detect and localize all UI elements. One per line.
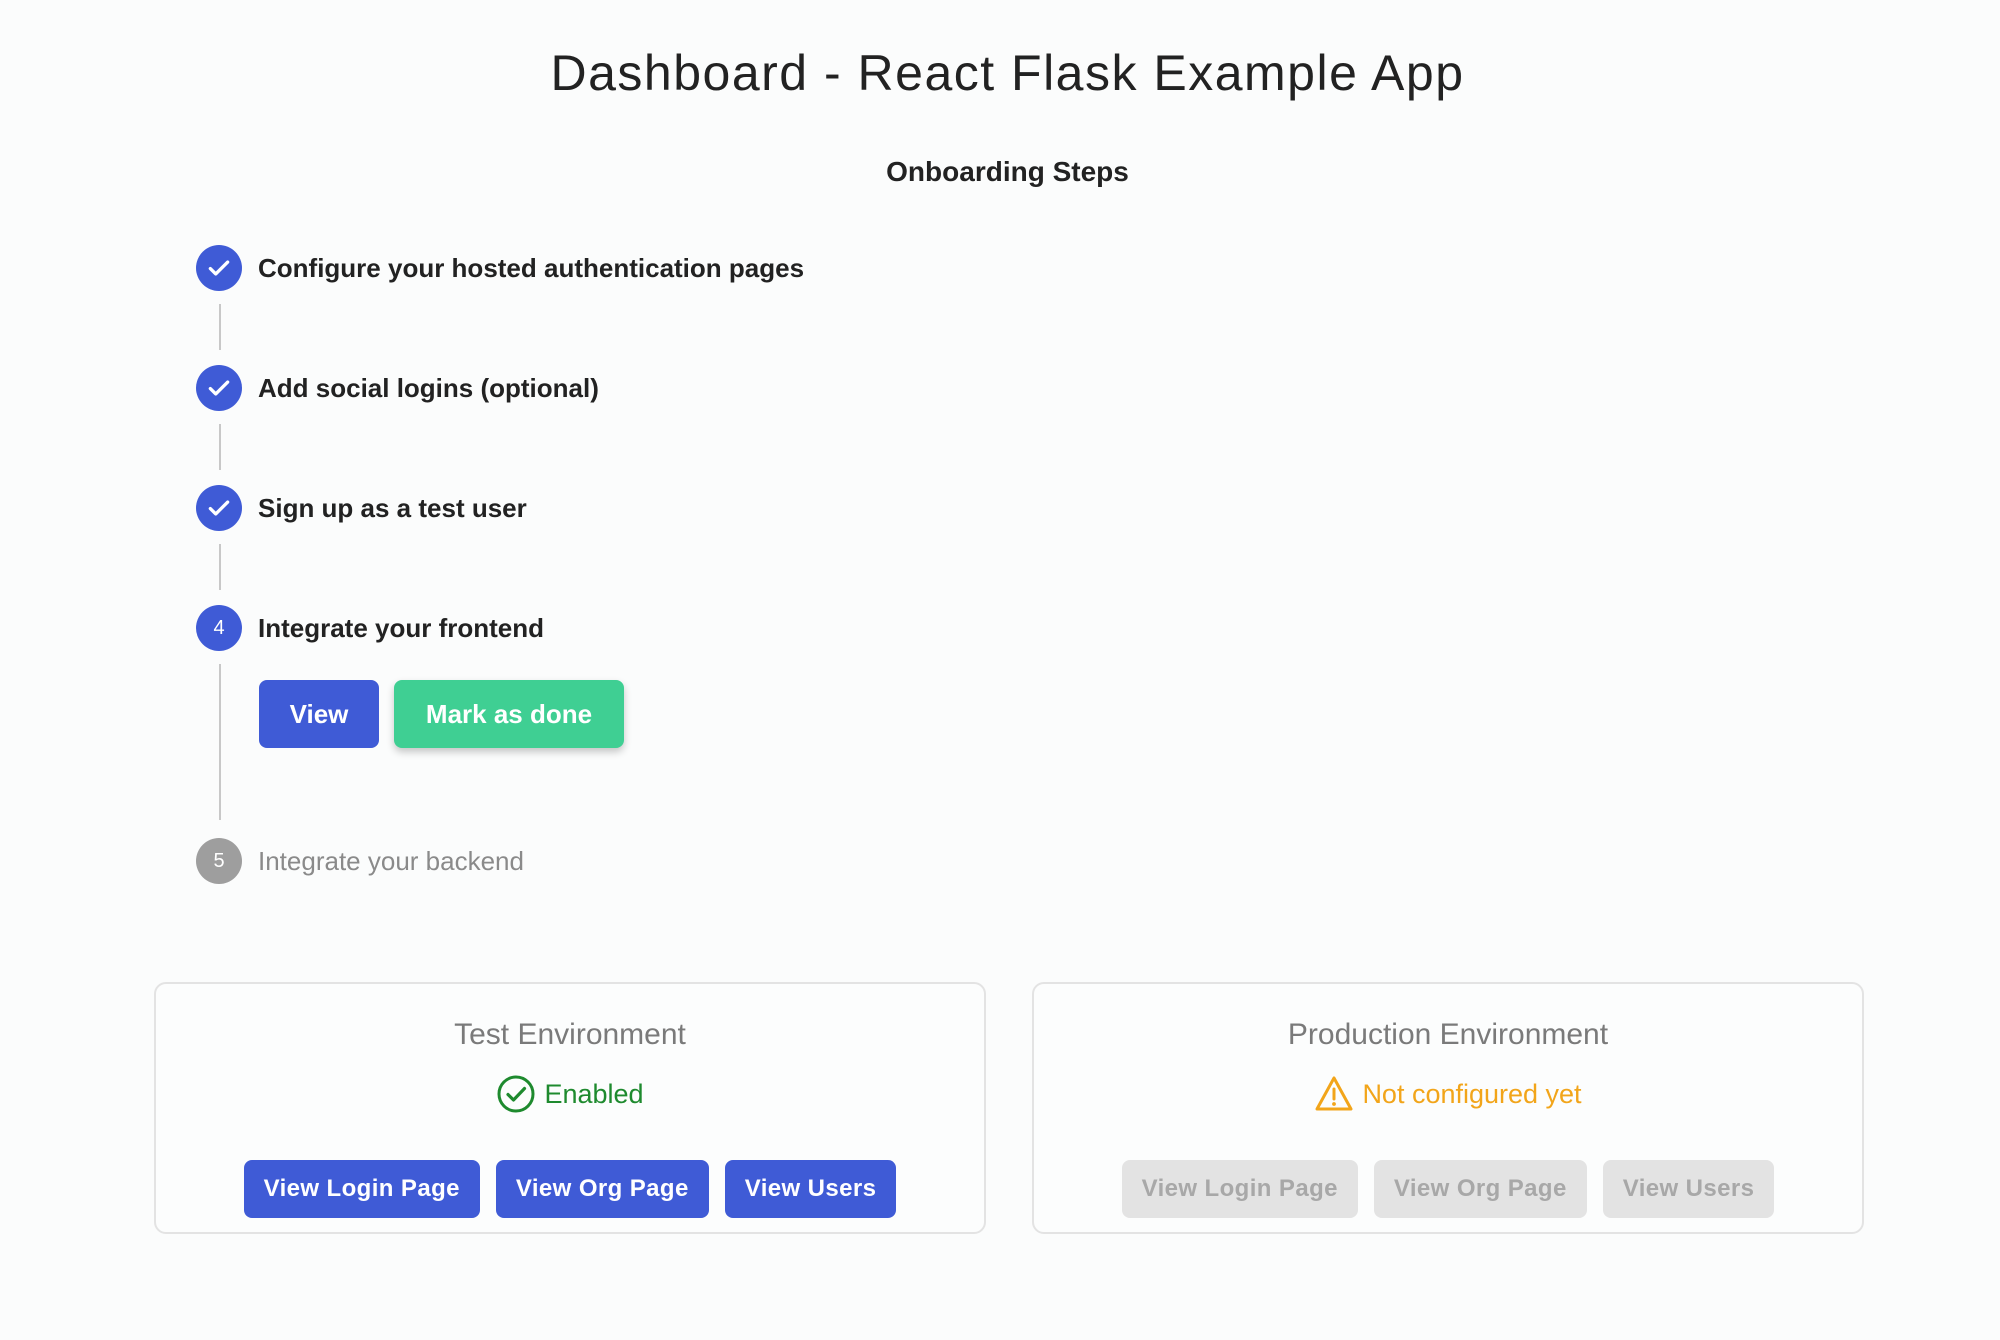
mark-as-done-button[interactable]: Mark as done	[394, 680, 624, 748]
environment-title: Production Environment	[1287, 1018, 1609, 1051]
status-text: Not configured yet	[1362, 1078, 1582, 1109]
step-label: Sign up as a test user	[258, 492, 527, 523]
environment-status: Not configured yet	[1034, 1074, 1862, 1114]
production-environment-card: Production Environment Not configured ye…	[1032, 982, 1864, 1234]
step-connector	[219, 664, 221, 820]
step-number-badge: 5	[196, 838, 242, 884]
step-1: Configure your hosted authentication pag…	[196, 245, 804, 291]
step-label: Integrate your backend	[258, 845, 524, 876]
check-icon	[196, 245, 242, 291]
environment-status: Enabled	[156, 1074, 984, 1114]
view-login-page-button[interactable]: View Login Page	[243, 1160, 480, 1218]
check-circle-icon	[496, 1074, 536, 1114]
environment-buttons: View Login Page View Org Page View Users	[156, 1160, 984, 1218]
view-users-button[interactable]: View Users	[1602, 1160, 1775, 1218]
step-actions: View Mark as done	[259, 680, 624, 748]
step-4: 4 Integrate your frontend	[196, 605, 544, 651]
test-environment-card: Test Environment Enabled View Login Page…	[154, 982, 986, 1234]
step-label: Add social logins (optional)	[258, 372, 599, 403]
step-2: Add social logins (optional)	[196, 365, 599, 411]
environment-buttons: View Login Page View Org Page View Users	[1034, 1160, 1862, 1218]
step-connector	[219, 544, 221, 590]
view-users-button[interactable]: View Users	[724, 1160, 897, 1218]
environment-title: Test Environment	[454, 1018, 686, 1051]
view-login-page-button[interactable]: View Login Page	[1121, 1160, 1358, 1218]
dashboard-page: Dashboard - React Flask Example App Onbo…	[0, 0, 2000, 1340]
step-label: Integrate your frontend	[258, 612, 545, 643]
status-text: Enabled	[544, 1078, 644, 1109]
onboarding-title: Onboarding Steps	[886, 156, 1129, 187]
check-icon	[196, 485, 242, 531]
step-connector	[219, 424, 221, 470]
step-connector	[219, 304, 221, 350]
step-number-badge: 4	[196, 605, 242, 651]
step-5: 5 Integrate your backend	[196, 838, 524, 884]
step-3: Sign up as a test user	[196, 485, 527, 531]
step-label: Configure your hosted authentication pag…	[258, 252, 805, 283]
view-org-page-button[interactable]: View Org Page	[1373, 1160, 1587, 1218]
page-title: Dashboard - React Flask Example App	[550, 45, 1465, 101]
view-org-page-button[interactable]: View Org Page	[495, 1160, 709, 1218]
warning-triangle-icon	[1314, 1074, 1354, 1114]
check-icon	[196, 365, 242, 411]
view-button[interactable]: View	[259, 680, 379, 748]
